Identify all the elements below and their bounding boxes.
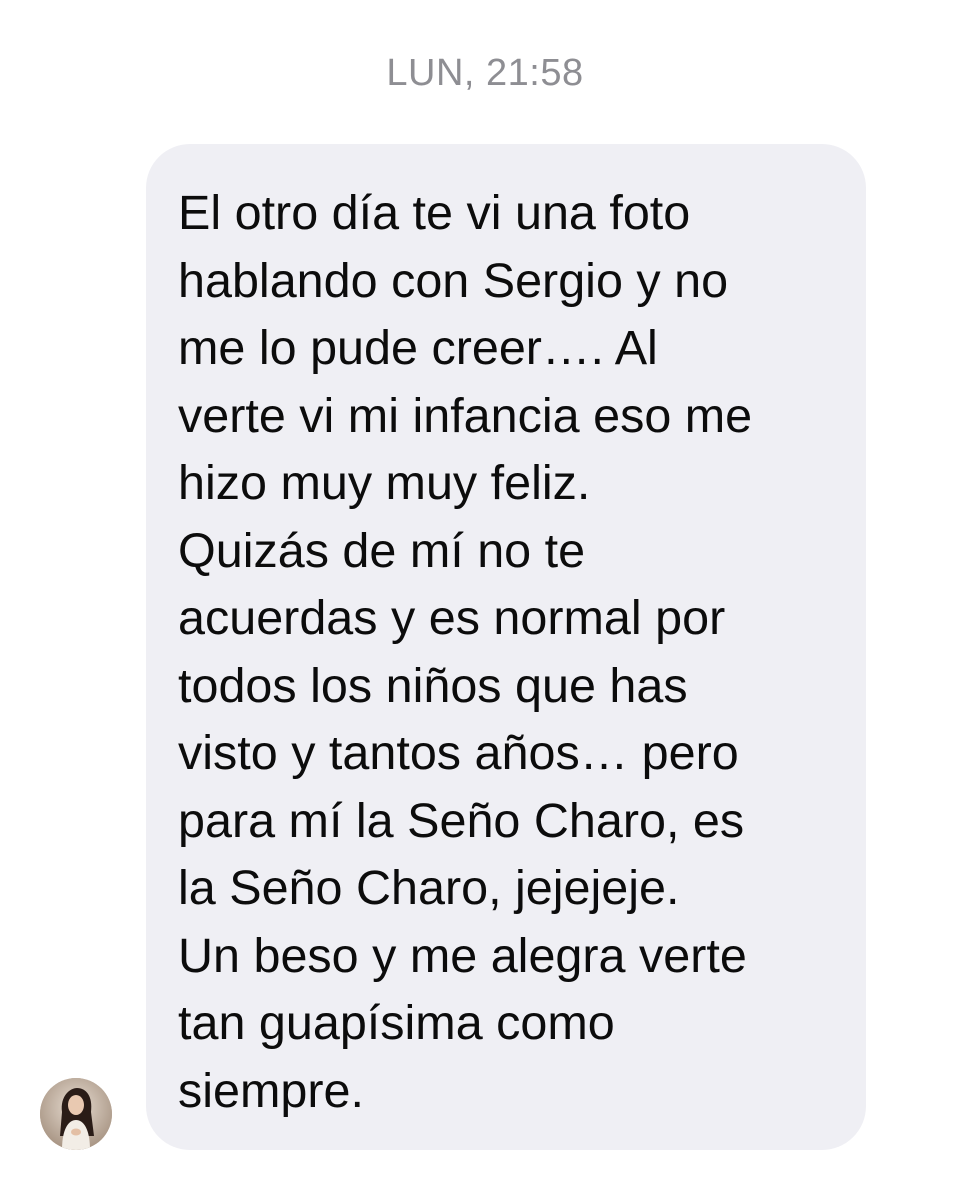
message-thread: LUN, 21:58 El otro día te vi una foto ha… [0, 0, 970, 1200]
sender-avatar[interactable] [40, 1078, 112, 1150]
incoming-message-bubble[interactable]: El otro día te vi una foto hablando con … [146, 144, 866, 1150]
message-timestamp: LUN, 21:58 [386, 52, 584, 94]
contact-photo-icon [40, 1078, 112, 1150]
message-text: El otro día te vi una foto hablando con … [178, 186, 753, 1118]
